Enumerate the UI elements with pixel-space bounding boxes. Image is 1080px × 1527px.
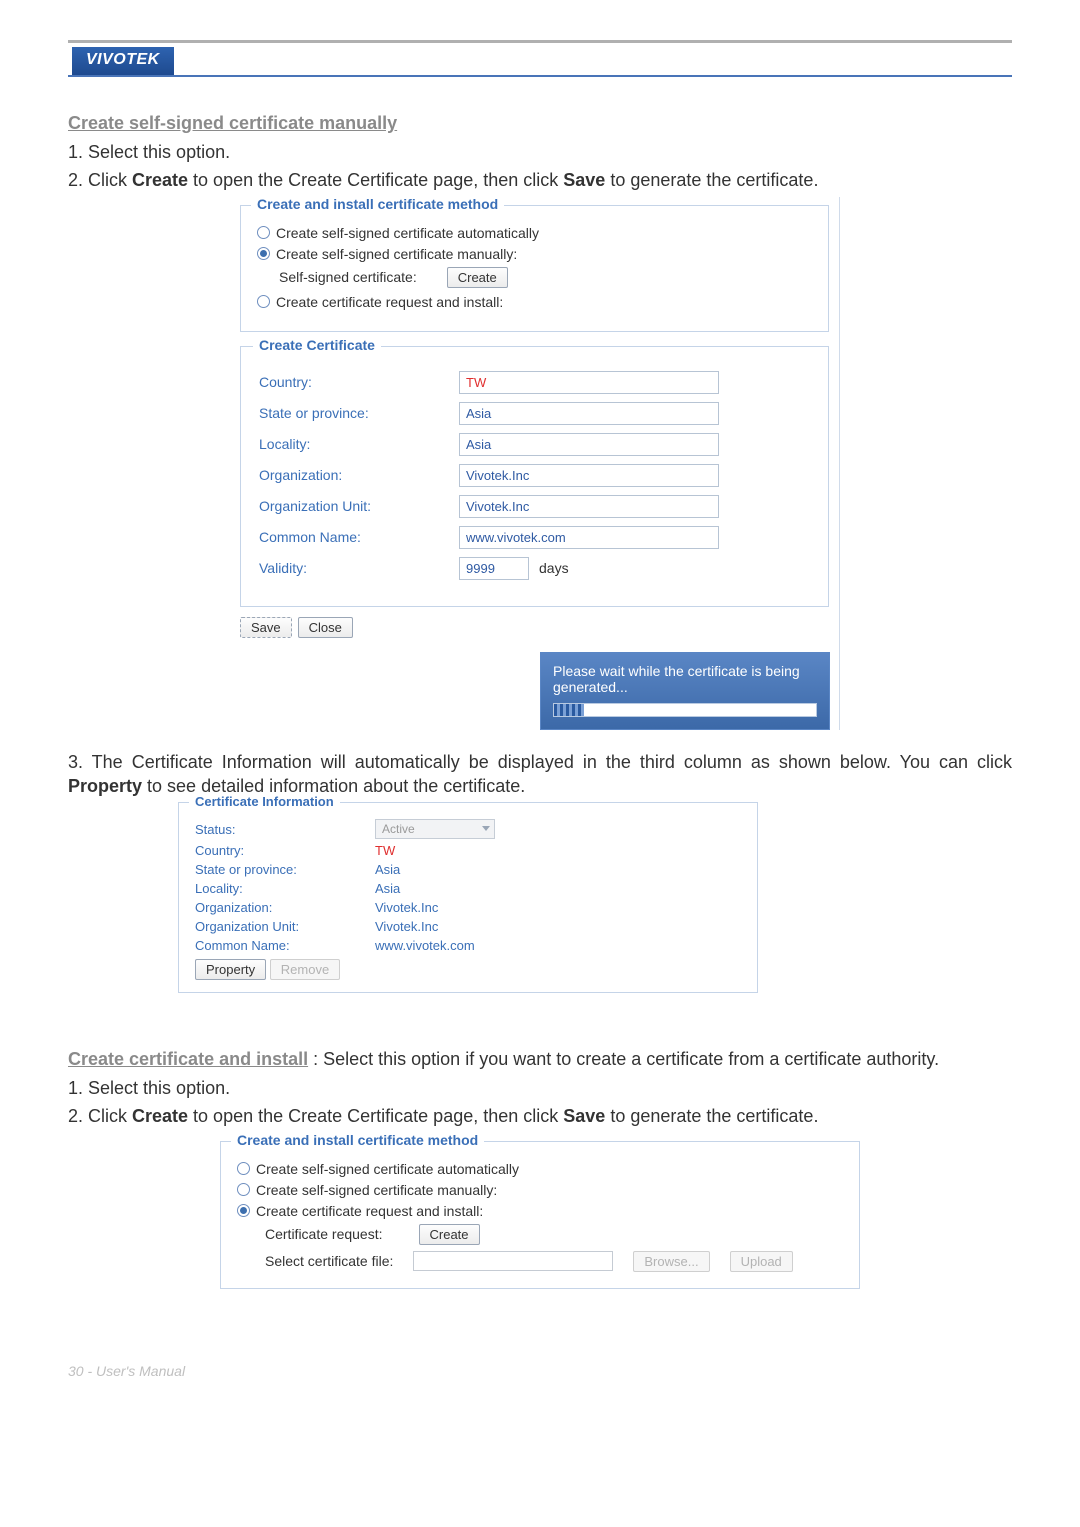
radio2-install[interactable] xyxy=(237,1204,250,1217)
cn-label: Common Name: xyxy=(259,529,459,545)
country-input[interactable]: TW xyxy=(459,371,719,394)
radio-auto[interactable] xyxy=(257,226,270,239)
orgunit-label: Organization Unit: xyxy=(259,498,459,514)
create-certificate-title: Create Certificate xyxy=(253,337,381,353)
certificate-information-fieldset: Certificate Information Status: Active C… xyxy=(178,802,758,993)
radio2-auto-label: Create self-signed certificate automatic… xyxy=(256,1161,519,1177)
radio-install-label: Create certificate request and install: xyxy=(276,294,503,310)
org-label: Organization: xyxy=(259,467,459,483)
cn-input[interactable]: www.vivotek.com xyxy=(459,526,719,549)
status-label: Status: xyxy=(195,822,375,837)
self-signed-label: Self-signed certificate: xyxy=(279,269,417,285)
create-certificate-fieldset: Create Certificate Country: TW State or … xyxy=(240,346,829,607)
status-select[interactable]: Active xyxy=(375,819,495,839)
select-file-label: Select certificate file: xyxy=(265,1253,393,1269)
state-input[interactable]: Asia xyxy=(459,402,719,425)
brand-label: VIVOTEK xyxy=(72,47,174,75)
radio-manual[interactable] xyxy=(257,247,270,260)
validity-unit: days xyxy=(539,560,569,576)
section-2-desc: : Select this option if you want to crea… xyxy=(313,1049,939,1069)
upload-button[interactable]: Upload xyxy=(730,1251,793,1272)
locality-input[interactable]: Asia xyxy=(459,433,719,456)
property-button[interactable]: Property xyxy=(195,959,266,980)
validity-label: Validity: xyxy=(259,560,459,576)
info-org-value: Vivotek.Inc xyxy=(375,900,438,915)
info-org-label: Organization: xyxy=(195,900,375,915)
create-button-2[interactable]: Create xyxy=(419,1224,480,1245)
create-method-title: Create and install certificate method xyxy=(251,196,504,212)
certificate-information-title: Certificate Information xyxy=(189,794,340,809)
radio2-auto[interactable] xyxy=(237,1162,250,1175)
sec2-step-2: 2. Click Create to open the Create Certi… xyxy=(68,1104,1012,1128)
info-state-label: State or province: xyxy=(195,862,375,877)
remove-button[interactable]: Remove xyxy=(270,959,340,980)
info-orgunit-label: Organization Unit: xyxy=(195,919,375,934)
page-footer: 30 - User's Manual xyxy=(68,1363,1012,1379)
info-cn-label: Common Name: xyxy=(195,938,375,953)
sec2-step-1: 1. Select this option. xyxy=(68,1076,1012,1100)
step-1: 1. Select this option. xyxy=(68,140,1012,164)
step-3: 3. The Certificate Information will auto… xyxy=(68,750,1012,799)
section-heading-1: Create self-signed certificate manually xyxy=(68,113,1012,134)
validity-input[interactable]: 9999 xyxy=(459,557,529,580)
create-method-fieldset-2: Create and install certificate method Cr… xyxy=(220,1141,860,1289)
close-button[interactable]: Close xyxy=(298,617,353,638)
org-input[interactable]: Vivotek.Inc xyxy=(459,464,719,487)
create-method-title-2: Create and install certificate method xyxy=(231,1132,484,1148)
info-locality-value: Asia xyxy=(375,881,400,896)
country-label: Country: xyxy=(259,374,459,390)
radio-install[interactable] xyxy=(257,295,270,308)
state-label: State or province: xyxy=(259,405,459,421)
radio2-manual-label: Create self-signed certificate manually: xyxy=(256,1182,497,1198)
locality-label: Locality: xyxy=(259,436,459,452)
orgunit-input[interactable]: Vivotek.Inc xyxy=(459,495,719,518)
radio-auto-label: Create self-signed certificate automatic… xyxy=(276,225,539,241)
info-cn-value: www.vivotek.com xyxy=(375,938,475,953)
radio2-install-label: Create certificate request and install: xyxy=(256,1203,483,1219)
info-state-value: Asia xyxy=(375,862,400,877)
browse-button[interactable]: Browse... xyxy=(633,1251,709,1272)
save-button[interactable]: Save xyxy=(240,617,292,638)
wait-dialog: Please wait while the certificate is bei… xyxy=(540,652,830,730)
info-locality-label: Locality: xyxy=(195,881,375,896)
create-button[interactable]: Create xyxy=(447,267,508,288)
wait-text: Please wait while the certificate is bei… xyxy=(553,663,817,695)
file-path-input[interactable] xyxy=(413,1251,613,1271)
create-method-fieldset: Create and install certificate method Cr… xyxy=(240,205,829,332)
info-orgunit-value: Vivotek.Inc xyxy=(375,919,438,934)
step-2: 2. Click Create to open the Create Certi… xyxy=(68,168,1012,192)
section-heading-2: Create certificate and install xyxy=(68,1049,308,1069)
radio2-manual[interactable] xyxy=(237,1183,250,1196)
info-country-value: TW xyxy=(375,843,395,858)
progress-bar xyxy=(553,703,817,717)
info-country-label: Country: xyxy=(195,843,375,858)
cert-request-label: Certificate request: xyxy=(265,1226,383,1242)
radio-manual-label: Create self-signed certificate manually: xyxy=(276,246,517,262)
